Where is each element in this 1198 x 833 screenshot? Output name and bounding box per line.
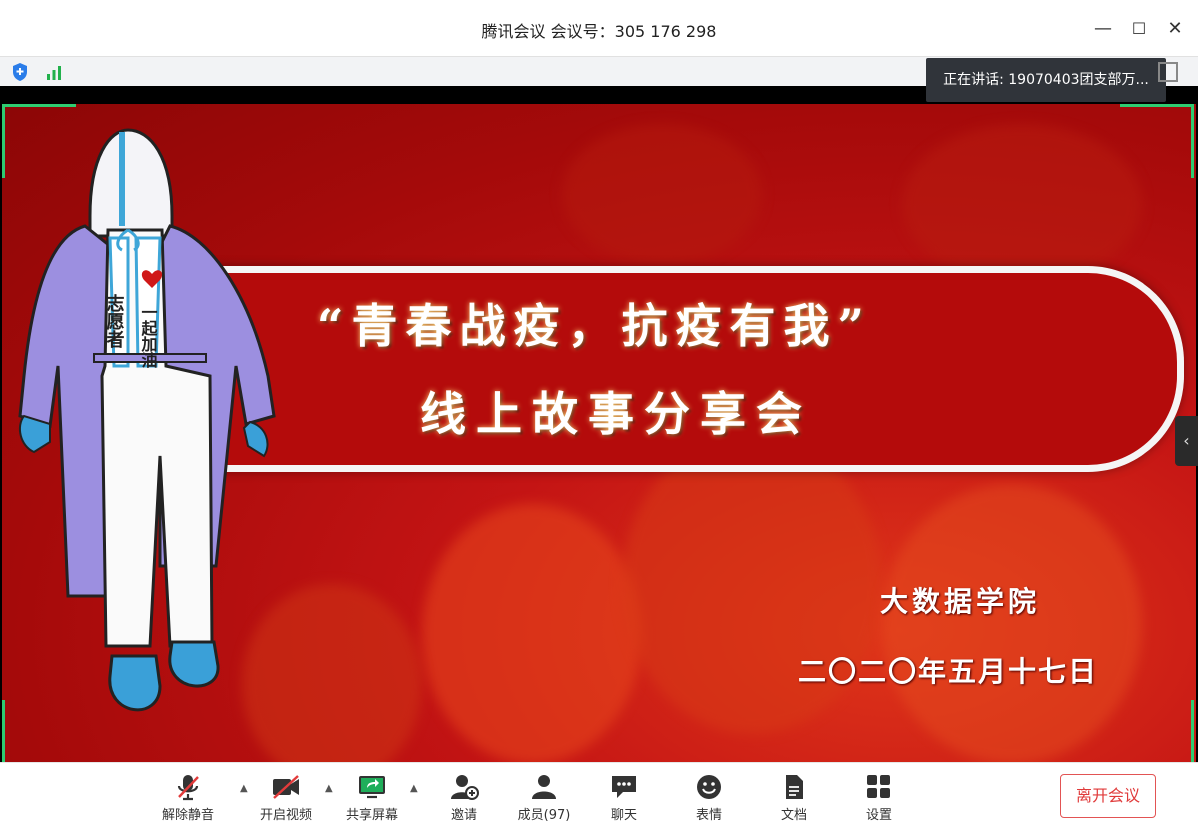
start-video-label: 开启视频 <box>259 808 312 823</box>
figure-label-volunteer: 志愿者 <box>104 293 126 349</box>
share-frame-corner <box>2 104 76 107</box>
slide-headline-line1: “青春战疫，抗疫有我” <box>317 299 872 353</box>
share-screen-label: 共享屏幕 <box>345 808 398 823</box>
minimize-button[interactable]: — <box>1088 14 1118 44</box>
settings-button[interactable]: 设置 <box>839 773 919 829</box>
share-frame-corner <box>1120 104 1194 107</box>
presentation-slide: 志愿者 一起加油 “青春战疫，抗疫有我” 线上故事分享会 大数据学院 二〇二〇年… <box>2 104 1196 762</box>
share-frame-corner <box>2 104 5 178</box>
start-video-button[interactable]: 开启视频 <box>246 773 326 829</box>
reactions-label: 表情 <box>695 808 722 823</box>
chat-label: 聊天 <box>610 808 637 823</box>
members-label: 成员(97) <box>517 808 571 823</box>
flame-decoration <box>422 504 642 762</box>
chat-bubble-icon <box>612 776 636 798</box>
maximize-button[interactable]: ☐ <box>1124 14 1154 44</box>
meeting-toolbar: 解除静音 ▲ 开启视频 ▲ 共享屏幕 ▲ 邀请 成员(97) 聊天 表情 文档 … <box>0 762 1198 833</box>
invite-label: 邀请 <box>450 808 477 823</box>
microphone-muted-icon <box>177 775 199 801</box>
share-options-caret-icon[interactable]: ▲ <box>410 783 420 794</box>
fullscreen-icon[interactable] <box>1158 62 1178 82</box>
slide-date: 二〇二〇年五月十七日 <box>798 655 1099 688</box>
docs-label: 文档 <box>780 808 807 823</box>
signal-strength-icon[interactable] <box>42 60 66 84</box>
share-screen-button[interactable]: 共享屏幕 <box>332 773 412 829</box>
slide-headline-line2: 线上故事分享会 <box>420 387 812 441</box>
active-speaker-tooltip: 正在讲话: 19070403团支部万... <box>926 58 1166 102</box>
slide-college-name: 大数据学院 <box>880 585 1041 618</box>
share-screen-icon <box>359 776 385 799</box>
settings-grid-icon <box>867 775 890 798</box>
invite-button[interactable]: 邀请 <box>424 773 504 829</box>
close-button[interactable]: ✕ <box>1160 14 1190 44</box>
flame-decoration <box>882 484 1142 762</box>
share-frame-corner <box>1191 700 1194 762</box>
share-frame-corner <box>1191 104 1194 178</box>
camera-off-icon <box>273 775 299 799</box>
docs-button[interactable]: 文档 <box>754 773 834 829</box>
smiley-face-icon <box>697 775 721 799</box>
add-person-icon <box>451 775 479 800</box>
document-icon <box>786 775 803 799</box>
title-bar: 腾讯会议 会议号：305 176 298 — ☐ ✕ <box>0 0 1198 56</box>
leave-meeting-button[interactable]: 离开会议 <box>1060 774 1156 818</box>
side-panel-toggle-chevron-left-icon[interactable]: ‹ <box>1175 416 1198 466</box>
members-icon <box>532 775 556 799</box>
unmute-label: 解除静音 <box>161 808 214 823</box>
flame-decoration <box>902 124 1142 284</box>
chat-button[interactable]: 聊天 <box>584 773 664 829</box>
unmute-button[interactable]: 解除静音 <box>148 773 228 829</box>
window-title: 腾讯会议 会议号：305 176 298 <box>481 22 717 41</box>
shared-screen-area: 志愿者 一起加油 “青春战疫，抗疫有我” 线上故事分享会 大数据学院 二〇二〇年… <box>0 86 1198 762</box>
flame-decoration <box>562 124 762 264</box>
share-frame-corner <box>2 700 5 762</box>
protective-suit-figure-illustration: 志愿者 一起加油 <box>18 128 276 712</box>
security-shield-icon[interactable] <box>8 60 32 84</box>
members-button[interactable]: 成员(97) <box>504 773 584 829</box>
settings-label: 设置 <box>865 808 892 823</box>
reactions-button[interactable]: 表情 <box>669 773 749 829</box>
figure-label-cheer: 一起加油 <box>139 304 159 369</box>
